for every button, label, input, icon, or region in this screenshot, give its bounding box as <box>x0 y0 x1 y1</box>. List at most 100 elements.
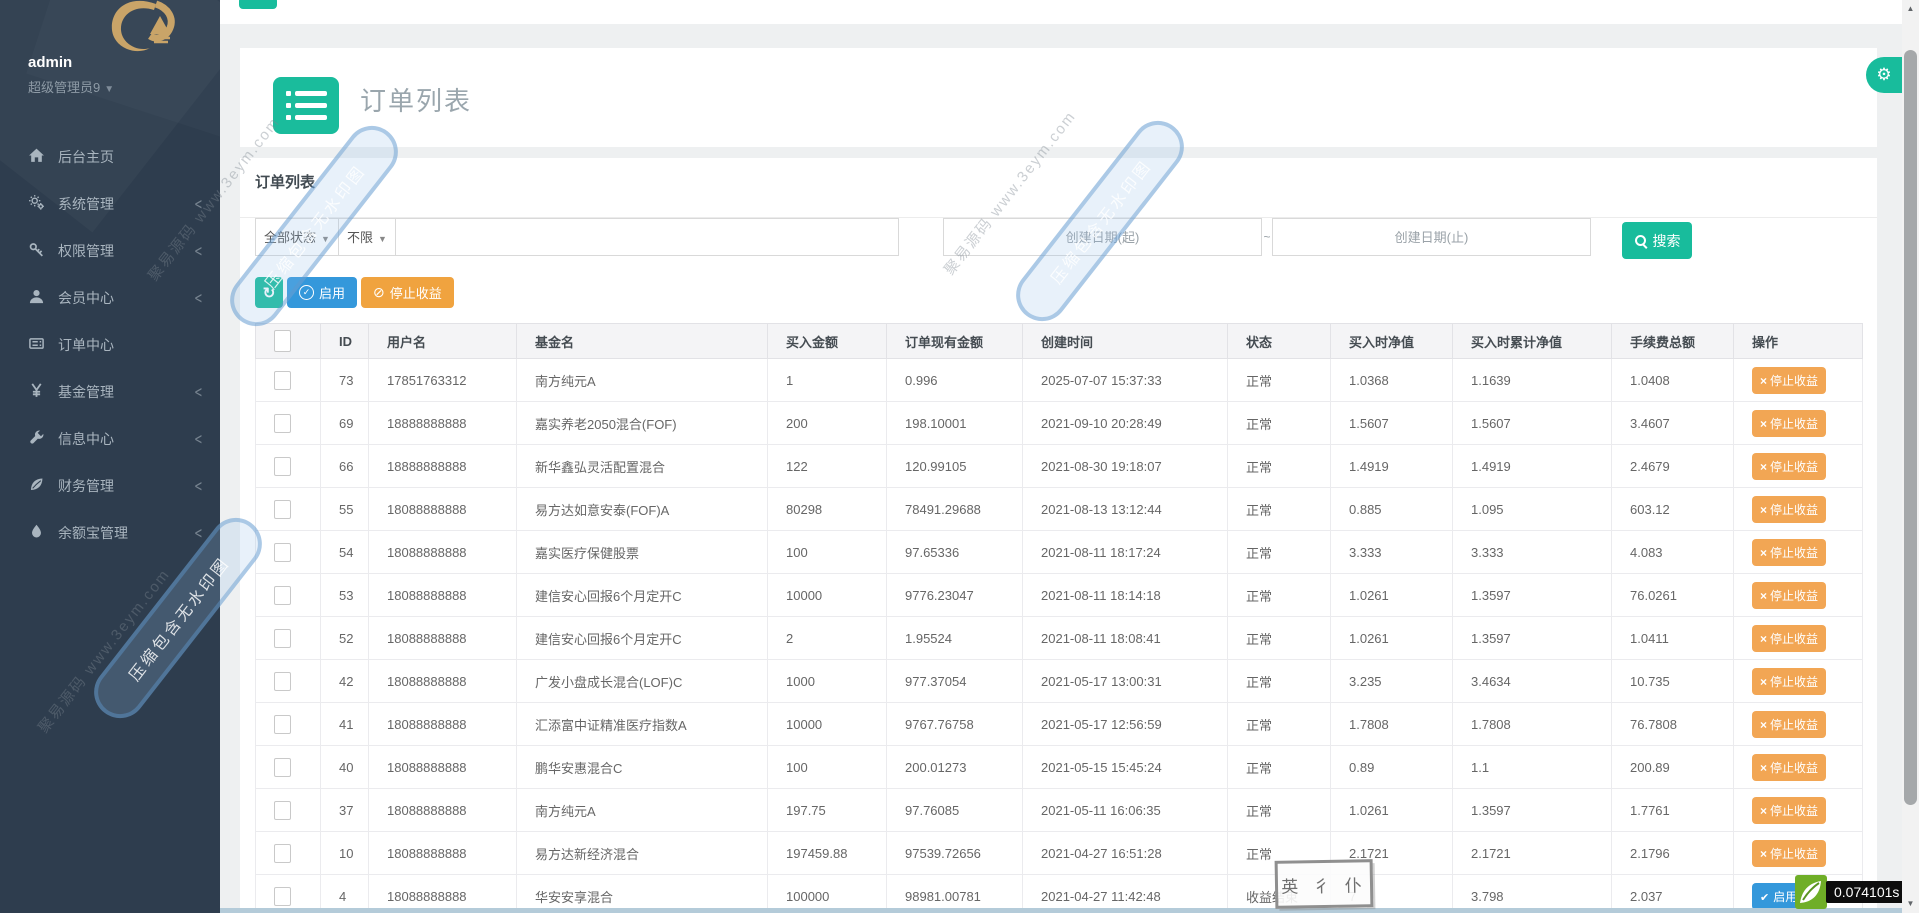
refresh-button[interactable] <box>255 277 283 308</box>
scroll-up-icon[interactable]: ▲ <box>1902 4 1919 13</box>
date-start-input[interactable] <box>943 218 1262 256</box>
enable-button[interactable]: 启用 <box>287 277 358 308</box>
row-checkbox[interactable] <box>274 886 291 906</box>
cell-action: 停止收益 <box>1733 659 1863 703</box>
cell-status: 正常 <box>1227 530 1331 574</box>
cell-nav: 0.89 <box>1330 745 1453 789</box>
date-end-input[interactable] <box>1272 218 1591 256</box>
sidebar-item-member[interactable]: 会员中心 < <box>0 275 220 322</box>
caret-down-icon: ▼ <box>377 234 387 244</box>
row-checkbox[interactable] <box>274 671 291 691</box>
ban-icon <box>373 284 385 301</box>
cell-fee: 76.7808 <box>1611 702 1734 746</box>
row-stop-profit-button[interactable]: 停止收益 <box>1752 710 1827 738</box>
cell-fee: 1.7761 <box>1611 788 1734 832</box>
row-checkbox[interactable] <box>274 370 291 390</box>
cell-status: 正常 <box>1227 616 1331 660</box>
cell-buy_amount: 100 <box>767 745 887 789</box>
keyword-input[interactable] <box>394 218 899 256</box>
settings-gear-button[interactable]: ⚙ <box>1866 57 1902 93</box>
search-button[interactable]: 搜索 <box>1622 222 1692 259</box>
scroll-down-icon[interactable]: ▼ <box>1902 899 1919 908</box>
vertical-scrollbar[interactable]: ▲ ▼ <box>1902 0 1919 913</box>
date-separator: ~ <box>1263 230 1271 244</box>
active-tab-indicator[interactable] <box>239 0 277 9</box>
row-checkbox[interactable] <box>274 542 291 562</box>
cell-username: 18088888888 <box>368 745 517 789</box>
sidebar-item-label: 财务管理 <box>58 478 114 494</box>
cell-buy_amount: 197.75 <box>767 788 887 832</box>
row-stop-profit-button[interactable]: 停止收益 <box>1752 495 1827 523</box>
row-checkbox[interactable] <box>274 585 291 605</box>
row-checkbox[interactable] <box>274 800 291 820</box>
cell-id: 10 <box>320 831 369 875</box>
row-stop-profit-button[interactable]: 停止收益 <box>1752 753 1827 781</box>
cell-fee: 200.89 <box>1611 745 1734 789</box>
cell-username: 18088888888 <box>368 702 517 746</box>
cell-current_amount: 120.99105 <box>886 444 1023 488</box>
cell-action: 停止收益 <box>1733 444 1863 488</box>
select-all-checkbox[interactable] <box>274 330 291 352</box>
row-checkbox[interactable] <box>274 499 291 519</box>
sidebar-item-system[interactable]: 系统管理 < <box>0 181 220 228</box>
cell-nav: 1.0261 <box>1330 788 1453 832</box>
page-title: 订单列表 <box>360 86 473 116</box>
stop-profit-button[interactable]: 停止收益 <box>361 277 454 308</box>
sidebar-item-auth[interactable]: 权限管理 < <box>0 228 220 275</box>
cell-nav: 1.0261 <box>1330 616 1453 660</box>
row-select-cell <box>255 616 321 660</box>
orders-table-wrap: ID 用户名 基金名 买入金额 订单现有金额 创建时间 状态 买入时净值 买入时累计净值 手续费总… <box>255 323 1863 913</box>
cell-acc_nav: 1.5607 <box>1452 401 1612 445</box>
row-stop-profit-button[interactable]: 停止收益 <box>1752 581 1827 609</box>
table-row: 53 18088888888 建信安心回报6个月定开C 10000 9776.23047… <box>255 573 1863 617</box>
row-checkbox[interactable] <box>274 628 291 648</box>
cell-action: 停止收益 <box>1733 702 1863 746</box>
cell-created: 2021-08-11 18:08:41 <box>1022 616 1228 660</box>
sidebar-item-info[interactable]: 信息中心 < <box>0 416 220 463</box>
cell-fee: 4.083 <box>1611 530 1734 574</box>
sidebar-item-label: 基金管理 <box>58 384 114 400</box>
cell-fee: 1.0411 <box>1611 616 1734 660</box>
cell-buy_amount: 197459.88 <box>767 831 887 875</box>
cell-buy_amount: 10000 <box>767 573 887 617</box>
sidebar-item-yuebao[interactable]: 余额宝管理 < <box>0 510 220 557</box>
row-select-cell <box>255 444 321 488</box>
cell-created: 2021-05-11 16:06:35 <box>1022 788 1228 832</box>
row-checkbox[interactable] <box>274 843 291 863</box>
cell-current_amount: 200.01273 <box>886 745 1023 789</box>
column-header: 操作 <box>1733 323 1863 359</box>
filter-group: 全部状态 ▼ 不限 ▼ <box>255 218 899 256</box>
row-stop-profit-button[interactable]: 停止收益 <box>1752 409 1827 437</box>
cell-fund: 易方达新经济混合 <box>516 831 768 875</box>
cell-id: 41 <box>320 702 369 746</box>
sidebar-item-label: 信息中心 <box>58 431 114 447</box>
sidebar-item-home[interactable]: 后台主页 <box>0 134 220 181</box>
row-checkbox[interactable] <box>274 757 291 777</box>
cell-id: 69 <box>320 401 369 445</box>
cell-fund: 鹏华安惠混合C <box>516 745 768 789</box>
row-stop-profit-button[interactable]: 停止收益 <box>1752 839 1827 867</box>
row-stop-profit-button[interactable]: 停止收益 <box>1752 624 1827 652</box>
sidebar-item-fund[interactable]: 基金管理 < <box>0 369 220 416</box>
cell-action: 停止收益 <box>1733 358 1863 402</box>
column-header: 买入时累计净值 <box>1452 323 1612 359</box>
row-checkbox[interactable] <box>274 456 291 476</box>
row-stop-profit-button[interactable]: 停止收益 <box>1752 667 1827 695</box>
scrollbar-thumb[interactable] <box>1904 50 1917 805</box>
cell-buy_amount: 10000 <box>767 702 887 746</box>
cell-nav: 3.235 <box>1330 659 1453 703</box>
column-header: 手续费总额 <box>1611 323 1734 359</box>
row-stop-profit-button[interactable]: 停止收益 <box>1752 796 1827 824</box>
horizontal-scrollbar[interactable] <box>220 908 1902 913</box>
status-select[interactable]: 全部状态 ▼ <box>255 218 339 256</box>
cell-username: 18888888888 <box>368 401 517 445</box>
row-stop-profit-button[interactable]: 停止收益 <box>1752 538 1827 566</box>
user-role-dropdown[interactable]: 超级管理员9 ▼ <box>28 77 114 96</box>
row-checkbox[interactable] <box>274 714 291 734</box>
row-stop-profit-button[interactable]: 停止收益 <box>1752 366 1827 394</box>
row-stop-profit-button[interactable]: 停止收益 <box>1752 452 1827 480</box>
sidebar-item-order[interactable]: 订单中心 <box>0 322 220 369</box>
sidebar-item-finance[interactable]: 财务管理 < <box>0 463 220 510</box>
row-checkbox[interactable] <box>274 413 291 433</box>
limit-select[interactable]: 不限 ▼ <box>337 218 396 256</box>
